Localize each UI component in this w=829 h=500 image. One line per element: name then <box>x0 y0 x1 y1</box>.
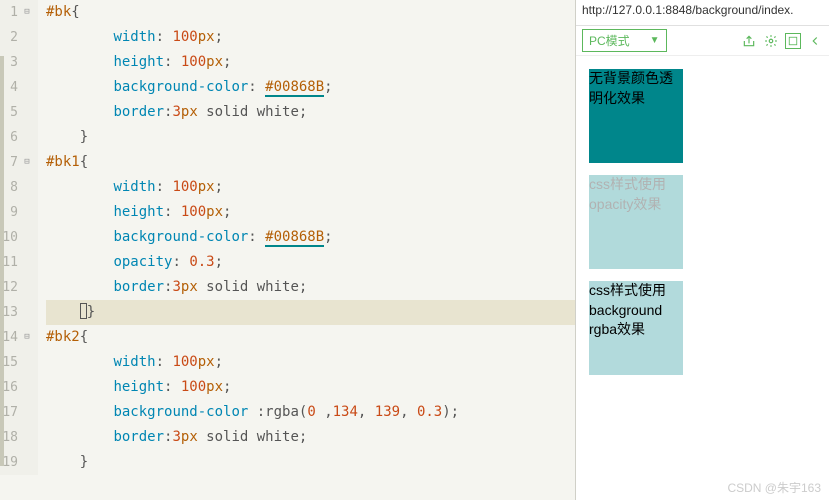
line-number: 4 <box>0 75 34 100</box>
line-number: 11 <box>0 250 34 275</box>
line-number: 12 <box>0 275 34 300</box>
line-number: 7⊟ <box>0 150 34 175</box>
line-number: 16 <box>0 375 34 400</box>
code-line[interactable]: border:3px solid white; <box>46 425 575 450</box>
line-number: 2 <box>0 25 34 50</box>
code-line[interactable]: width: 100px; <box>46 25 575 50</box>
line-number: 3 <box>0 50 34 75</box>
line-number: 5 <box>0 100 34 125</box>
demo-box-1: 无背景颜色透明化效果 <box>586 66 686 166</box>
code-line[interactable]: border:3px solid white; <box>46 100 575 125</box>
code-line[interactable]: #bk2{ <box>46 325 575 350</box>
line-number: 17 <box>0 400 34 425</box>
code-line[interactable]: background-color: #00868B; <box>46 225 575 250</box>
code-line[interactable]: #bk1{ <box>46 150 575 175</box>
code-line[interactable]: width: 100px; <box>46 350 575 375</box>
address-bar[interactable]: http://127.0.0.1:8848/background/index. <box>576 0 829 26</box>
external-icon[interactable] <box>785 33 801 49</box>
line-number: 19 <box>0 450 34 475</box>
line-number-gutter: 1⊟234567⊟891011121314⊟1516171819 <box>0 0 38 475</box>
line-number: 8 <box>0 175 34 200</box>
code-line[interactable]: background-color :rgba(0 ,134, 139, 0.3)… <box>46 400 575 425</box>
line-number: 6 <box>0 125 34 150</box>
cursor-icon <box>80 303 87 319</box>
code-line[interactable]: height: 100px; <box>46 50 575 75</box>
caret-icon: ▼ <box>650 35 660 46</box>
code-line[interactable]: } <box>46 125 575 150</box>
share-icon[interactable] <box>741 33 757 49</box>
demo-box-3: css样式使用background rgba效果 <box>586 278 686 378</box>
code-line[interactable]: height: 100px; <box>46 375 575 400</box>
watermark: CSDN @朱宇163 <box>727 479 821 496</box>
settings-icon[interactable] <box>763 33 779 49</box>
line-number: 1⊟ <box>0 0 34 25</box>
line-number: 10 <box>0 225 34 250</box>
line-number: 15 <box>0 350 34 375</box>
mode-select-label: PC模式 <box>589 32 630 49</box>
line-number: 18 <box>0 425 34 450</box>
mode-select[interactable]: PC模式 ▼ <box>582 29 667 52</box>
demo-box-2: css样式使用opacity效果 <box>586 172 686 272</box>
code-line[interactable]: background-color: #00868B; <box>46 75 575 100</box>
code-line[interactable]: #bk{ <box>46 0 575 25</box>
fold-icon[interactable]: ⊟ <box>22 333 32 343</box>
back-icon[interactable] <box>807 33 823 49</box>
code-line[interactable]: height: 100px; <box>46 200 575 225</box>
code-line[interactable]: border:3px solid white; <box>46 275 575 300</box>
code-area[interactable]: #bk{ width: 100px; height: 100px; backgr… <box>38 0 575 475</box>
scroll-indicator <box>0 56 4 466</box>
code-line[interactable]: } <box>46 450 575 475</box>
fold-icon[interactable]: ⊟ <box>22 8 32 18</box>
fold-icon[interactable]: ⊟ <box>22 158 32 168</box>
line-number: 9 <box>0 200 34 225</box>
code-editor-pane: 1⊟234567⊟891011121314⊟1516171819 #bk{ wi… <box>0 0 575 500</box>
preview-pane: http://127.0.0.1:8848/background/index. … <box>575 0 829 500</box>
code-line[interactable]: width: 100px; <box>46 175 575 200</box>
code-line[interactable]: opacity: 0.3; <box>46 250 575 275</box>
line-number: 13 <box>0 300 34 325</box>
preview-content: 无背景颜色透明化效果 css样式使用opacity效果 css样式使用backg… <box>576 56 829 500</box>
line-number: 14⊟ <box>0 325 34 350</box>
preview-toolbar: PC模式 ▼ <box>576 26 829 56</box>
code-line[interactable]: } <box>46 300 575 325</box>
